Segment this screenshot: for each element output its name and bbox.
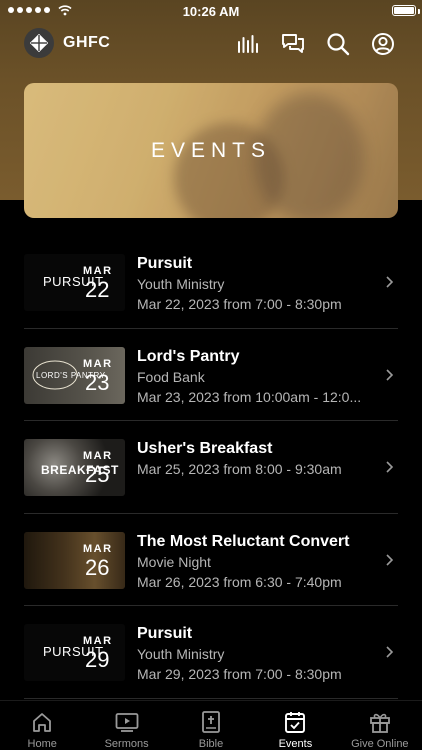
chevron-right-icon (386, 368, 394, 381)
list-item[interactable]: PURSUIT MAR 29 Pursuit Youth Ministry Ma… (24, 606, 398, 699)
event-month: MAR (83, 542, 113, 555)
banner-title: EVENTS (150, 139, 272, 162)
event-list: PURSUIT MAR 22 Pursuit Youth Ministry Ma… (24, 236, 398, 699)
tab-bible[interactable]: Bible (169, 701, 253, 750)
chevron-right-icon (386, 553, 394, 566)
audio-bars-icon[interactable] (236, 32, 260, 56)
event-day: 25 (85, 462, 110, 487)
event-month: MAR (83, 357, 113, 370)
tab-give-online[interactable]: Give Online (338, 701, 422, 750)
event-thumbnail: PURSUIT MAR 29 (24, 624, 125, 681)
event-subtitle: Youth Ministry (137, 646, 225, 662)
event-day: 26 (85, 554, 110, 580)
event-title: Lord's Pantry (137, 347, 240, 365)
event-day: 22 (85, 277, 110, 302)
event-time: Mar 22, 2023 from 7:00 - 8:30pm (137, 296, 342, 312)
event-title: Pursuit (137, 255, 193, 272)
event-subtitle: Food Bank (137, 368, 205, 385)
video-icon (115, 713, 139, 732)
search-icon[interactable] (326, 32, 350, 56)
chevron-right-icon (386, 276, 394, 288)
event-day: 29 (85, 647, 110, 672)
status-time: 10:26 AM (182, 4, 240, 19)
event-time: Mar 23, 2023 from 10:00am - 12:0... (137, 388, 362, 405)
event-time: Mar 26, 2023 from 6:30 - 7:40pm (137, 573, 342, 590)
event-title: The Most Reluctant Convert (137, 532, 350, 550)
event-subtitle: Movie Night (137, 553, 211, 570)
event-title: Pursuit (137, 625, 193, 642)
event-subtitle: Youth Ministry (137, 276, 225, 292)
tab-events[interactable]: Events (253, 701, 337, 750)
event-thumbnail: PURSUIT MAR 22 (24, 254, 125, 311)
chat-icon[interactable] (281, 32, 305, 56)
list-item[interactable]: BREAKFAST MAR 25 Usher's Breakfast Mar 2… (24, 421, 398, 514)
tab-home[interactable]: Home (0, 701, 84, 750)
event-day: 23 (85, 369, 110, 395)
event-thumbnail: LORD'S PANTRY MAR 23 (24, 346, 125, 404)
profile-icon[interactable] (371, 32, 395, 56)
bible-icon (202, 711, 220, 733)
chevron-right-icon (386, 646, 394, 658)
app-header: GHFC (0, 24, 422, 64)
event-title: Usher's Breakfast (137, 440, 273, 457)
status-bar: 10:26 AM (0, 0, 422, 24)
app-title: GHFC (63, 34, 111, 51)
event-time: Mar 25, 2023 from 8:00 - 9:30am (137, 461, 342, 477)
home-icon (33, 713, 52, 732)
event-thumbnail: BREAKFAST MAR 25 (24, 439, 125, 496)
church-logo[interactable] (24, 28, 54, 58)
list-item[interactable]: PURSUIT MAR 22 Pursuit Youth Ministry Ma… (24, 236, 398, 329)
event-month: MAR (83, 450, 113, 462)
tab-bar: Home Sermons Bible Events Give Online (0, 700, 422, 750)
battery-icon (392, 5, 416, 16)
event-month: MAR (83, 265, 113, 277)
calendar-icon (285, 712, 306, 733)
chevron-right-icon (386, 461, 394, 473)
event-time: Mar 29, 2023 from 7:00 - 8:30pm (137, 666, 342, 682)
list-item[interactable]: MAR 26 The Most Reluctant Convert Movie … (24, 514, 398, 606)
diamond-logo-icon (30, 34, 48, 52)
events-banner: EVENTS (24, 83, 398, 218)
event-month: MAR (83, 635, 113, 647)
event-thumbnail: MAR 26 (24, 531, 125, 589)
list-item[interactable]: LORD'S PANTRY MAR 23 Lord's Pantry Food … (24, 329, 398, 421)
tab-sermons[interactable]: Sermons (84, 701, 168, 750)
gift-icon (369, 713, 390, 733)
